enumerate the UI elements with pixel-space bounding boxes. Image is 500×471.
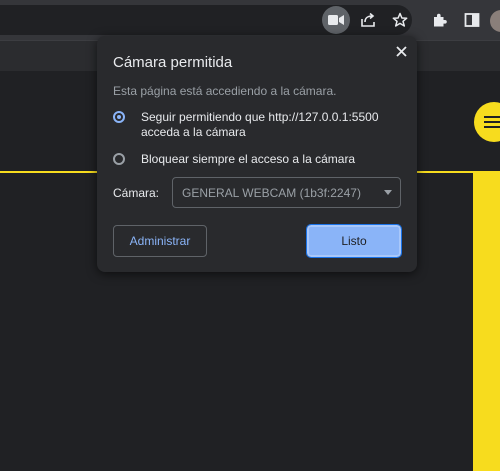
avatar[interactable] bbox=[490, 10, 500, 32]
popup-title: Cámara permitida bbox=[113, 54, 233, 71]
yellow-side-bar bbox=[473, 171, 500, 471]
share-icon[interactable] bbox=[354, 6, 382, 34]
side-panel-icon[interactable] bbox=[458, 6, 486, 34]
radio-button-checked[interactable] bbox=[113, 111, 125, 123]
camera-select-value: GENERAL WEBCAM (1b3f:2247) bbox=[182, 185, 361, 200]
camera-label: Cámara: bbox=[113, 186, 160, 200]
menu-button[interactable] bbox=[474, 102, 500, 142]
radio-button[interactable] bbox=[113, 153, 125, 165]
option-label-line1: Seguir permitiendo que http://127.0.0.1:… bbox=[141, 110, 379, 124]
close-icon[interactable] bbox=[391, 41, 411, 61]
option-label: Seguir permitiendo que http://127.0.0.1:… bbox=[141, 110, 391, 140]
manage-button[interactable]: Administrar bbox=[113, 225, 207, 257]
extensions-icon[interactable] bbox=[426, 6, 454, 34]
popup-subtitle: Esta página está accediendo a la cámara. bbox=[113, 84, 337, 98]
address-bar[interactable] bbox=[0, 5, 412, 35]
option-label: Bloquear siempre el acceso a la cámara bbox=[141, 152, 356, 166]
camera-select[interactable]: GENERAL WEBCAM (1b3f:2247) bbox=[172, 177, 401, 208]
star-icon[interactable] bbox=[386, 6, 414, 34]
camera-permission-popup: Cámara permitida Esta página está accedi… bbox=[97, 36, 417, 272]
browser-toolbar bbox=[0, 0, 500, 40]
chevron-down-icon bbox=[384, 190, 392, 195]
hamburger-icon bbox=[484, 113, 500, 131]
option-keep-allowing[interactable]: Seguir permitiendo que http://127.0.0.1:… bbox=[113, 110, 391, 140]
option-always-block[interactable]: Bloquear siempre el acceso a la cámara bbox=[113, 152, 391, 167]
camera-icon[interactable] bbox=[322, 6, 350, 34]
done-button[interactable]: Listo bbox=[306, 224, 402, 258]
option-label-line2: acceda a la cámara bbox=[141, 125, 246, 139]
